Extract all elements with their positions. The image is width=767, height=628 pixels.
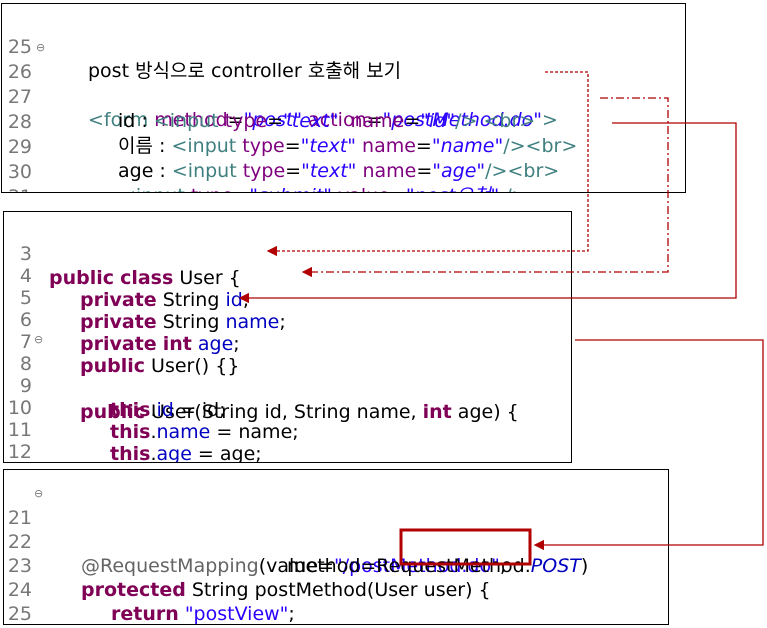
code-line: 22 method=RequestMethod.POST) — [4, 506, 668, 577]
code-line: 29 age : <input type="text" name="age"/>… — [2, 111, 685, 182]
code-line: 4 private String id; — [4, 240, 571, 311]
code-line: 31 </form> — [2, 161, 685, 192]
code-line: 3 public class User { — [4, 218, 571, 289]
code-line: 30 <input type="submit" value="post요청" /… — [2, 136, 685, 192]
code-line: 11 this.age = age; — [4, 394, 571, 462]
fold-marker-icon[interactable]: ⊖ — [34, 328, 43, 352]
code-line: 23 protected String postMethod(User user… — [4, 530, 668, 601]
fold-marker-icon[interactable]: ⊖ — [34, 482, 43, 506]
code-line: 26 — [4, 602, 668, 624]
code-line: 12 } — [4, 416, 571, 462]
code-line: 24 return "postView"; — [4, 554, 668, 624]
fold-marker-icon[interactable]: ⊖ — [36, 36, 45, 60]
jsp-code-panel: 25 post 방식으로 controller 호출해 보기 26 ⊖ <for… — [1, 3, 686, 193]
code-line: 25 } — [4, 578, 668, 624]
code-line: 7 public User() {} — [4, 306, 571, 377]
user-class-panel: 3 public class User { 4 private String i… — [3, 211, 572, 463]
code-line: 26 ⊖ <form method="post" action="postMet… — [2, 36, 685, 131]
code-line: 8 ⊖ public User(String id, String name, … — [4, 328, 571, 423]
code-line: 25 post 방식으로 controller 호출해 보기 — [2, 11, 685, 82]
code-line: 5 private String name; — [4, 262, 571, 333]
code-line: 6 private int age; — [4, 284, 571, 355]
code-line: 27 id : <input type="text" name="id"/> <… — [2, 61, 685, 132]
code-line: 10 this.name = name; — [4, 372, 571, 443]
code-line: 21 ⊖ @RequestMapping(value="/postMethod.… — [4, 482, 668, 577]
code-line: 28 이름 : <input type="text" name="name"/>… — [2, 86, 685, 157]
code-text: <input type="submit" value="post요청" /> — [120, 184, 528, 192]
controller-panel: 21 ⊖ @RequestMapping(value="/postMethod.… — [3, 469, 669, 625]
line-number: 31 — [2, 185, 32, 192]
line-number: 13 — [4, 462, 32, 463]
code-line: 9 this.id = id; — [4, 350, 571, 421]
code-line: 13 — [4, 438, 571, 462]
